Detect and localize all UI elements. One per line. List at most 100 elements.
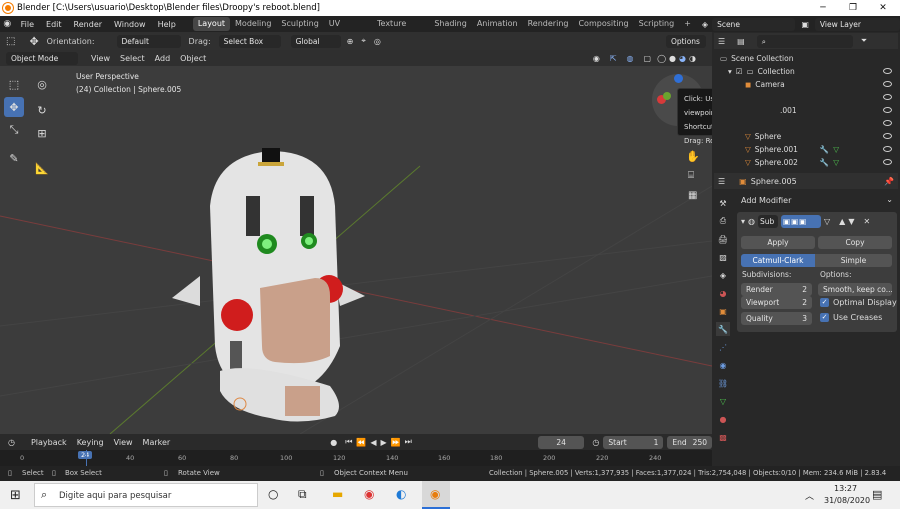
data-tab-icon[interactable]: ▽ — [716, 394, 730, 408]
start-frame-field[interactable]: Start 1 — [603, 435, 664, 449]
pan-hand-icon[interactable]: ✋ — [686, 150, 700, 163]
move-tool-icon[interactable]: ✥ — [29, 35, 38, 48]
cursor-tool-icon[interactable]: ◎ — [32, 74, 52, 94]
jump-start-icon[interactable]: ⏮ — [345, 437, 352, 447]
tab-layout[interactable]: Layout — [192, 17, 231, 31]
output-tab-icon[interactable]: 🖨 — [716, 232, 730, 246]
scene-tab-icon[interactable]: ◈ — [716, 268, 730, 282]
timeline-menu-playback[interactable]: Playback — [31, 438, 67, 447]
tab-sculpting[interactable]: Sculpting — [276, 17, 323, 31]
tab-uv-editing[interactable]: UV Editing — [324, 17, 372, 42]
move-tool-button-icon[interactable]: ✥ — [4, 97, 24, 117]
file-explorer-icon[interactable]: ▬ — [332, 487, 343, 501]
copy-button[interactable]: Copy — [818, 236, 892, 249]
select-box-tool-icon[interactable]: ⬚ — [4, 74, 24, 94]
menu-window[interactable]: Window — [108, 20, 152, 29]
rendered-shading-icon[interactable]: ◑ — [689, 54, 696, 63]
pin-icon[interactable]: 📌 — [884, 177, 894, 186]
xray-icon[interactable]: ▢ — [644, 54, 652, 63]
modifier-display-toggles-icon[interactable]: ▣▣▣ — [781, 215, 821, 228]
blender-taskbar-button[interactable]: ◉ — [422, 481, 450, 509]
world-tab-icon[interactable]: ◕ — [716, 286, 730, 300]
properties-editor-icon[interactable]: ☰ — [718, 177, 725, 186]
render-tab-icon[interactable]: ⎙ — [716, 214, 730, 228]
tab-scripting[interactable]: Scripting — [634, 17, 680, 31]
camera-view-icon[interactable]: ⌸ — [688, 170, 694, 181]
outliner-editor-icon[interactable]: ☰ — [718, 37, 725, 46]
tray-chevron-icon[interactable]: ︿ — [805, 489, 814, 502]
add-modifier-dropdown[interactable]: Add Modifier ⌄ — [737, 194, 897, 208]
edge-icon[interactable]: ◐ — [396, 487, 406, 501]
close-button[interactable]: ✕ — [868, 0, 898, 16]
maximize-button[interactable]: ❐ — [838, 0, 868, 16]
outliner-row-sphere-002[interactable]: ▽ Sphere.002 🔧 ▽ — [745, 156, 839, 169]
pivot-icon[interactable]: ⊕ — [347, 37, 354, 46]
outliner-row-camera[interactable]: ◼ Camera — [745, 78, 785, 91]
optimal-display-checkbox[interactable]: ✓ Optimal Display — [820, 298, 897, 307]
timeline-menu-marker[interactable]: Marker — [143, 438, 171, 447]
use-creases-checkbox[interactable]: ✓ Use Creases — [820, 313, 882, 322]
quality-field[interactable]: Quality 3 — [741, 312, 812, 325]
cortana-icon[interactable]: ○ — [268, 487, 278, 501]
outliner-row-hidden[interactable]: .001 — [780, 104, 797, 117]
outliner-scene-collection[interactable]: ▭ Scene Collection — [720, 52, 793, 65]
outliner-row-sphere-001[interactable]: ▽ Sphere.001 🔧 ▽ — [745, 143, 839, 156]
collapse-arrow-icon[interactable]: ▾ — [741, 217, 745, 226]
tab-rendering[interactable]: Rendering — [523, 17, 574, 31]
vertex-icon[interactable]: ▽ — [824, 217, 830, 226]
drag-dropdown[interactable]: Select Box — [218, 34, 281, 48]
menu-edit[interactable]: Edit — [40, 20, 68, 29]
outliner-collection[interactable]: ▾ ☑ ▭ Collection — [728, 65, 795, 78]
current-frame-field[interactable]: 24 — [537, 435, 585, 449]
menu-file[interactable]: File — [15, 20, 40, 29]
physics-tab-icon[interactable]: ◉ — [716, 358, 730, 372]
move-up-icon[interactable]: ▲ — [839, 217, 845, 226]
clock-time[interactable]: 13:27 — [834, 484, 857, 493]
timeline-ruler[interactable]: 0 24 40 60 80 100 120 140 160 180 200 22… — [0, 450, 712, 466]
scale-tool-icon[interactable]: ⤡ — [4, 120, 24, 140]
3d-viewport[interactable]: ⬚ ◎ ✥ ↻ ⤡ ⊞ ✎ 📐 User Perspective (24) Co… — [0, 66, 712, 434]
orientation-dropdown[interactable]: Default — [116, 34, 181, 48]
tool-tab-icon[interactable]: ⚒ — [716, 196, 730, 210]
eye-icon[interactable] — [883, 146, 892, 152]
clock-date[interactable]: 31/08/2020 — [824, 496, 870, 505]
record-icon[interactable]: ● — [330, 438, 337, 447]
gizmo-icon[interactable]: ⇱ — [610, 54, 617, 63]
taskbar-search-box[interactable]: ⌕ Digite aqui para pesquisar — [34, 483, 258, 507]
modifier-name-field[interactable]: Sub — [758, 215, 778, 228]
transform-orientation-dropdown[interactable]: Global — [290, 34, 341, 48]
display-mode-icon[interactable]: ▤ — [737, 37, 745, 46]
modifier-tab-icon[interactable]: 🔧 — [716, 322, 730, 336]
minimize-button[interactable]: ─ — [808, 0, 838, 16]
options-dropdown[interactable]: Options — [666, 34, 706, 48]
menu-render[interactable]: Render — [68, 20, 108, 29]
eye-icon[interactable] — [883, 159, 892, 165]
material-tab-icon[interactable]: ● — [716, 412, 730, 426]
remove-modifier-icon[interactable]: ✕ — [863, 217, 870, 226]
solid-shading-icon[interactable]: ● — [669, 54, 676, 63]
notification-icon[interactable]: ▤ — [872, 488, 882, 501]
end-frame-field[interactable]: End 250 — [667, 435, 712, 449]
tab-modeling[interactable]: Modeling — [230, 17, 276, 31]
vp-menu-view[interactable]: View — [86, 54, 115, 63]
next-keyframe-icon[interactable]: ⏩ — [391, 438, 401, 447]
tab-texture-paint[interactable]: Texture Paint — [372, 17, 429, 42]
windows-start-icon[interactable]: ⊞ — [10, 488, 21, 503]
tab-compositing[interactable]: Compositing — [573, 17, 633, 31]
visibility-icon[interactable]: ◉ — [593, 54, 600, 63]
eye-icon[interactable] — [883, 133, 892, 139]
tab-shading[interactable]: Shading — [429, 17, 472, 31]
eye-icon[interactable] — [883, 68, 892, 74]
uv-smooth-dropdown[interactable]: Smooth, keep co... — [818, 283, 892, 296]
object-mode-dropdown[interactable]: Object Mode — [6, 51, 78, 65]
apply-button[interactable]: Apply — [741, 236, 815, 249]
outliner-row-sphere[interactable]: ▽ Sphere — [745, 130, 781, 143]
view-layer-tab-icon[interactable]: ▨ — [716, 250, 730, 264]
chrome-icon[interactable]: ◉ — [364, 487, 374, 501]
ortho-grid-icon[interactable]: ▦ — [688, 190, 697, 201]
particles-tab-icon[interactable]: ⋰ — [716, 340, 730, 354]
measure-tool-icon[interactable]: 📐 — [32, 158, 52, 178]
viewport-levels-field[interactable]: Viewport 2 — [741, 296, 812, 309]
snap-icon[interactable]: ⌖ — [361, 36, 366, 46]
move-down-icon[interactable]: ▼ — [848, 217, 854, 226]
